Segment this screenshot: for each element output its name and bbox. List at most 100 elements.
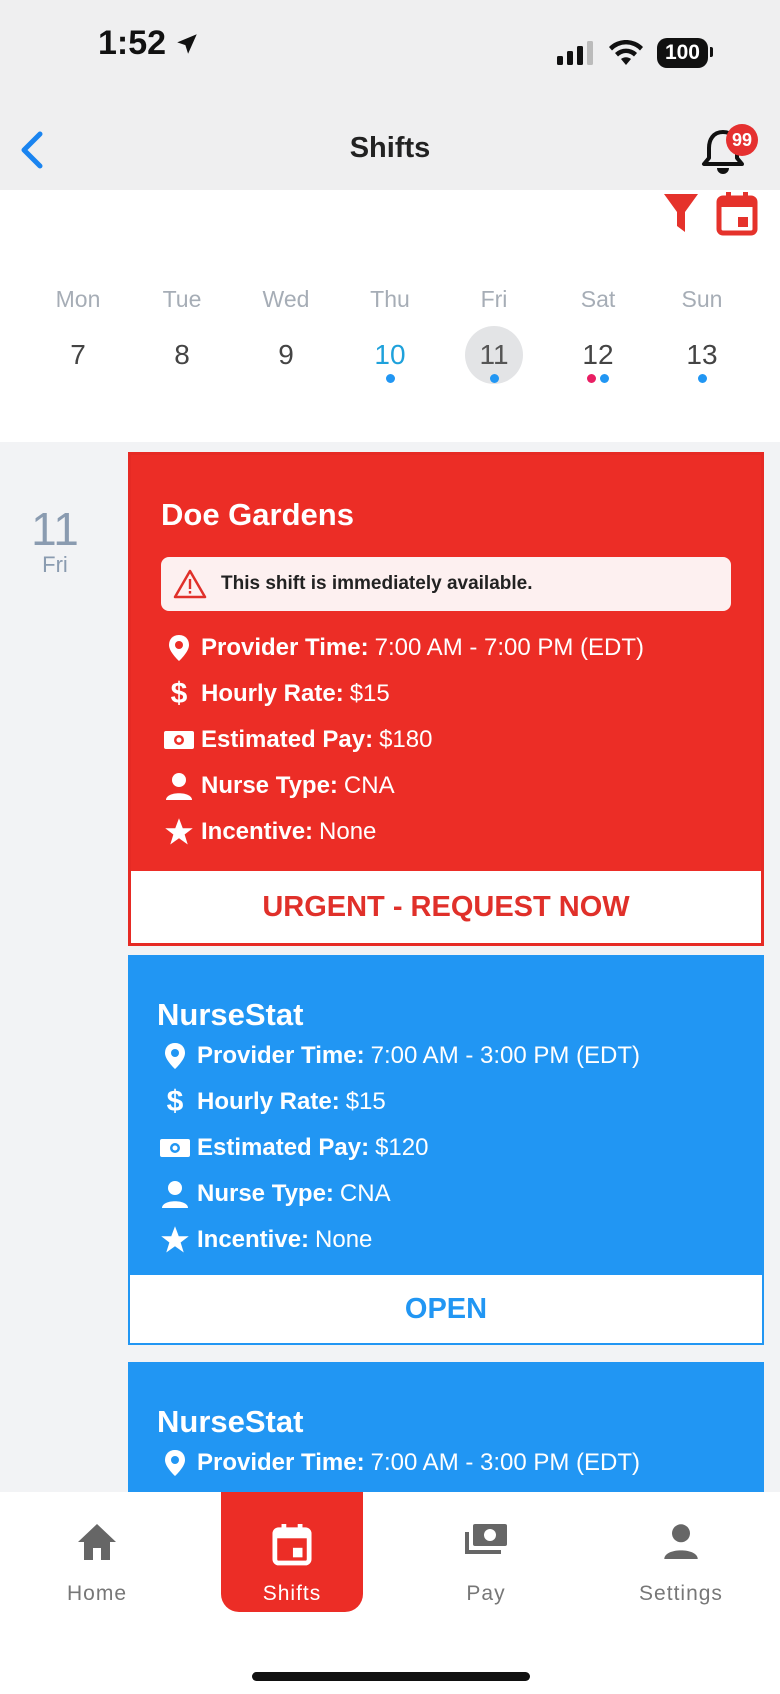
urgent-request-button[interactable]: URGENT - REQUEST NOW <box>131 871 761 943</box>
location-arrow-icon <box>177 33 197 54</box>
day-mon[interactable]: Mon 7 <box>26 286 130 406</box>
nurse-type-row: Nurse Type: CNA <box>161 763 761 809</box>
day-name: Thu <box>370 286 410 312</box>
day-sat[interactable]: Sat 12 <box>546 286 650 406</box>
incentive-row: Incentive: None <box>161 809 761 855</box>
incentive-value: None <box>319 818 377 845</box>
incentive-value: None <box>315 1226 373 1253</box>
dollar-icon: $ <box>166 1085 184 1118</box>
nurse-type-label: Nurse Type: <box>201 772 338 799</box>
shift-card[interactable]: Doe Gardens This shift is immediately av… <box>128 452 764 946</box>
date-label: 11 Fri <box>20 502 90 578</box>
calendar-icon <box>272 1524 312 1566</box>
event-dots <box>650 374 754 383</box>
person-icon <box>162 1181 188 1208</box>
location-pin-icon <box>165 1450 185 1476</box>
incentive-label: Incentive: <box>197 1226 310 1253</box>
estimated-pay-value: $120 <box>375 1134 429 1161</box>
tab-pay[interactable]: Pay <box>421 1492 551 1612</box>
notification-badge: 99 <box>726 124 758 156</box>
day-wed[interactable]: Wed 9 <box>234 286 338 406</box>
day-fri[interactable]: Fri 11 <box>442 286 546 406</box>
location-pin-icon <box>165 1043 185 1069</box>
nurse-type-label: Nurse Type: <box>197 1180 334 1207</box>
provider-time-label: Provider Time: <box>197 1449 365 1476</box>
estimated-pay-row: Estimated Pay: $120 <box>157 1125 762 1171</box>
cellular-signal-icon <box>556 41 593 65</box>
open-shift-button[interactable]: OPEN <box>130 1275 762 1343</box>
filter-button[interactable] <box>662 190 700 241</box>
week-calendar: Mon 7 Tue 8 Wed 9 Thu 10 Fri 11 Sat 12 S… <box>0 190 780 442</box>
day-thu[interactable]: Thu 10 <box>338 286 442 406</box>
star-icon <box>161 1226 189 1253</box>
provider-time-label: Provider Time: <box>197 1042 365 1069</box>
nav-bar: Shifts 99 <box>0 110 780 190</box>
filter-icon <box>664 194 698 232</box>
hourly-rate-label: Hourly Rate: <box>197 1088 340 1115</box>
day-tue[interactable]: Tue 8 <box>130 286 234 406</box>
estimated-pay-row: Estimated Pay: $180 <box>161 717 761 763</box>
star-icon <box>165 818 193 845</box>
shift-card[interactable]: NurseStat Provider Time: 7:00 AM - 3:00 … <box>128 955 764 1345</box>
status-time: 1:52 <box>98 24 200 63</box>
location-pin-icon <box>169 635 189 661</box>
day-sun[interactable]: Sun 13 <box>650 286 754 406</box>
cash-icon <box>160 1139 190 1157</box>
calendar-tools <box>662 190 758 241</box>
shift-facility: NurseStat <box>157 1404 304 1439</box>
nurse-type-value: CNA <box>343 772 395 799</box>
provider-time-label: Provider Time: <box>201 634 369 661</box>
event-dots <box>442 374 546 383</box>
date-number: 11 <box>31 503 79 555</box>
provider-time-row: Provider Time: 7:00 AM - 3:00 PM (EDT) <box>157 1033 762 1079</box>
tab-label: Home <box>66 1582 128 1605</box>
calendar-button[interactable] <box>716 190 758 241</box>
cash-icon <box>164 731 194 749</box>
nurse-type-value: CNA <box>339 1180 391 1207</box>
tab-home[interactable]: Home <box>32 1492 162 1612</box>
cash-stack-icon <box>465 1524 507 1554</box>
shift-card[interactable]: NurseStat Provider Time: 7:00 AM - 3:00 … <box>128 1362 764 1492</box>
wifi-icon <box>608 40 643 65</box>
page-title: Shifts <box>349 132 431 164</box>
day-number: 8 <box>174 339 190 370</box>
time-text: 1:52 <box>98 24 167 62</box>
event-dot <box>489 374 499 383</box>
day-name: Fri <box>480 286 508 312</box>
provider-time-row: Provider Time: 7:00 AM - 7:00 PM (EDT) <box>161 625 761 671</box>
tab-bar: Home Shifts Pay Settings <box>0 1492 780 1694</box>
provider-time-value: 7:00 AM - 7:00 PM (EDT) <box>374 634 645 661</box>
person-icon <box>664 1524 698 1559</box>
estimated-pay-label: Estimated Pay: <box>201 726 374 753</box>
day-name: Wed <box>262 286 310 312</box>
dollar-icon: $ <box>170 677 188 710</box>
event-dots <box>338 374 442 383</box>
status-bar: 1:52 100 <box>0 0 780 110</box>
incentive-label: Incentive: <box>201 818 314 845</box>
provider-time-value: 7:00 AM - 3:00 PM (EDT) <box>370 1042 641 1069</box>
day-name: Sat <box>580 286 616 312</box>
estimated-pay-label: Estimated Pay: <box>197 1134 370 1161</box>
notifications-button[interactable]: 99 <box>698 122 758 182</box>
event-dot <box>600 374 609 383</box>
estimated-pay-value: $180 <box>379 726 433 753</box>
home-icon <box>78 1524 116 1560</box>
event-dot <box>587 374 596 383</box>
hourly-rate-row: $ Hourly Rate: $15 <box>157 1079 762 1125</box>
tab-label: Settings <box>639 1582 723 1605</box>
provider-time-row: Provider Time: 7:00 AM - 3:00 PM (EDT) <box>157 1440 762 1486</box>
calendar-icon <box>716 192 758 236</box>
warning-icon <box>173 569 207 599</box>
battery-indicator: 100 <box>656 38 714 68</box>
day-name: Tue <box>162 286 202 312</box>
day-name: Sun <box>681 286 723 312</box>
day-number: 9 <box>278 339 294 370</box>
hourly-rate-label: Hourly Rate: <box>201 680 344 707</box>
tab-settings[interactable]: Settings <box>616 1492 746 1612</box>
tab-shifts[interactable]: Shifts <box>221 1492 363 1612</box>
alert-text: This shift is immediately available. <box>221 573 533 594</box>
day-number: 7 <box>70 339 86 370</box>
shift-list[interactable]: 11 Fri Doe Gardens This shift is immedia… <box>0 442 780 1492</box>
status-icons: 100 <box>556 38 714 68</box>
incentive-row: Incentive: None <box>157 1217 762 1263</box>
